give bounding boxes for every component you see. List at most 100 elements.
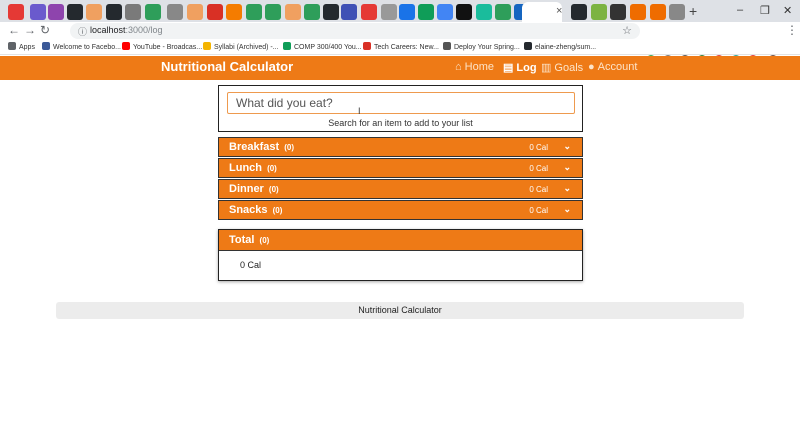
meal-section-snacks[interactable]: Snacks (0) 0 Cal ⌄ — [218, 200, 583, 220]
browser-tab[interactable] — [67, 4, 83, 20]
browser-tab[interactable] — [304, 4, 320, 20]
browser-tab[interactable] — [476, 4, 492, 20]
nav-home[interactable]: ⌂ Home — [455, 61, 494, 73]
bookmark-label: elaine-zheng/sum... — [535, 44, 597, 51]
maximize-button[interactable]: ❐ — [760, 4, 770, 17]
bookmark-label: Welcome to Facebo... — [53, 44, 121, 51]
search-hint: Search for an item to add to your list — [328, 118, 473, 128]
browser-tab[interactable] — [8, 4, 24, 20]
new-tab-button[interactable]: + — [689, 3, 697, 19]
browser-tab[interactable] — [650, 4, 666, 20]
browser-tab[interactable] — [456, 4, 472, 20]
meal-name-label: Lunch — [229, 162, 262, 174]
browser-tab[interactable] — [226, 4, 242, 20]
browser-tab[interactable] — [669, 4, 685, 20]
browser-tab[interactable] — [571, 4, 587, 20]
chevron-down-icon[interactable]: ⌄ — [563, 162, 571, 173]
spring-icon — [443, 42, 451, 50]
bookmark-star-icon[interactable]: ☆ — [622, 24, 632, 37]
meal-name-label: Dinner — [229, 183, 264, 195]
meal-item-count: (0) — [272, 206, 283, 215]
chevron-down-icon[interactable]: ⌄ — [563, 141, 571, 152]
browser-tab[interactable] — [381, 4, 397, 20]
browser-tab[interactable] — [265, 4, 281, 20]
home-icon: ⌂ — [455, 61, 462, 73]
browser-tab[interactable] — [610, 4, 626, 20]
meal-section-dinner[interactable]: Dinner (0) 0 Cal ⌄ — [218, 179, 583, 199]
total-calories: 0 Cal — [240, 260, 262, 270]
browser-tab[interactable] — [30, 4, 46, 20]
browser-tab[interactable] — [591, 4, 607, 20]
browser-tab[interactable] — [399, 4, 415, 20]
bookmark-label: Apps — [19, 44, 35, 51]
meal-section-breakfast[interactable]: Breakfast (0) 0 Cal ⌄ — [218, 137, 583, 157]
browser-tab[interactable] — [495, 4, 511, 20]
drive-icon — [203, 42, 211, 50]
meal-section-lunch[interactable]: Lunch (0) 0 Cal ⌄ — [218, 158, 583, 178]
menu-icon[interactable]: ⋮ — [786, 23, 798, 37]
sheets-icon — [283, 42, 291, 50]
page-footer: Nutritional Calculator — [56, 302, 744, 319]
browser-tab[interactable] — [246, 4, 262, 20]
youtube-icon — [122, 42, 130, 50]
browser-tab[interactable] — [323, 4, 339, 20]
reload-icon[interactable]: ↻ — [40, 23, 50, 37]
user-icon: ● — [588, 61, 595, 73]
apps-icon — [8, 42, 16, 50]
browser-tab[interactable] — [341, 4, 357, 20]
browser-tab[interactable] — [125, 4, 141, 20]
nav-label: Home — [464, 61, 494, 73]
browser-tab[interactable] — [167, 4, 183, 20]
total-label: Total — [229, 234, 255, 246]
browser-tab[interactable] — [630, 4, 646, 20]
tab-close-icon[interactable]: × — [556, 5, 562, 17]
close-window-button[interactable]: ✕ — [783, 4, 792, 17]
back-arrow-icon[interactable]: ← — [8, 23, 20, 37]
meal-title: Snacks (0) — [229, 204, 282, 216]
browser-tab[interactable] — [106, 4, 122, 20]
browser-tab[interactable] — [187, 4, 203, 20]
browser-tab[interactable] — [418, 4, 434, 20]
browser-tab[interactable] — [86, 4, 102, 20]
nav-goals[interactable]: ▥ Goals — [541, 61, 583, 74]
total-item-count: (0) — [259, 236, 270, 245]
browser-toolbar: ← → ↻ ⓘ localhost:3000/log ☆ ⋮ — [0, 22, 800, 56]
nav-log[interactable]: ▤ Log — [503, 61, 537, 74]
meal-calories: 0 Cal — [529, 164, 548, 173]
bookmark-item[interactable]: Syllabi (Archived) -... — [203, 42, 279, 51]
chevron-down-icon[interactable]: ⌄ — [563, 204, 571, 215]
meal-calories: 0 Cal — [529, 143, 548, 152]
nav-account[interactable]: ● Account — [588, 61, 637, 73]
book-icon: ▤ — [503, 62, 514, 74]
browser-tab[interactable] — [285, 4, 301, 20]
meal-calories: 0 Cal — [529, 206, 548, 215]
bookmarks-bar: Apps Welcome to Facebo... YouTube - Broa… — [0, 40, 800, 55]
browser-tab[interactable] — [437, 4, 453, 20]
chevron-down-icon[interactable]: ⌄ — [563, 183, 571, 194]
browser-tab-strip: × + – ❐ ✕ — [0, 0, 800, 22]
address-bar[interactable]: ⓘ localhost:3000/log ☆ — [70, 23, 640, 39]
browser-tab[interactable] — [48, 4, 64, 20]
bookmark-item[interactable]: YouTube - Broadcas... — [122, 42, 202, 51]
browser-tab[interactable] — [361, 4, 377, 20]
total-card: Total (0) 0 Cal — [218, 229, 583, 281]
text-cursor-icon: I — [358, 106, 361, 116]
bookmark-item[interactable]: Deploy Your Spring... — [443, 42, 520, 51]
nav-label: Account — [597, 61, 638, 73]
bookmark-item[interactable]: Apps — [8, 42, 35, 51]
forward-arrow-icon[interactable]: → — [24, 23, 36, 37]
github-icon — [524, 42, 532, 50]
app-navbar: Nutritional Calculator ⌂ Home ▤ Log ▥ Goals… — [0, 56, 800, 80]
bookmark-item[interactable]: COMP 300/400 You... — [283, 42, 362, 51]
bookmark-item[interactable]: elaine-zheng/sum... — [524, 42, 596, 51]
browser-tab[interactable] — [207, 4, 223, 20]
brand-title[interactable]: Nutritional Calculator — [161, 59, 293, 74]
browser-tab[interactable] — [145, 4, 161, 20]
minimize-button[interactable]: – — [737, 4, 743, 16]
facebook-icon — [42, 42, 50, 50]
bookmark-item[interactable]: Tech Careers: New... — [363, 42, 439, 51]
food-search-input[interactable] — [227, 92, 575, 114]
bookmark-label: YouTube - Broadcas... — [133, 44, 203, 51]
meal-item-count: (0) — [267, 164, 277, 173]
bookmark-item[interactable]: Welcome to Facebo... — [42, 42, 121, 51]
